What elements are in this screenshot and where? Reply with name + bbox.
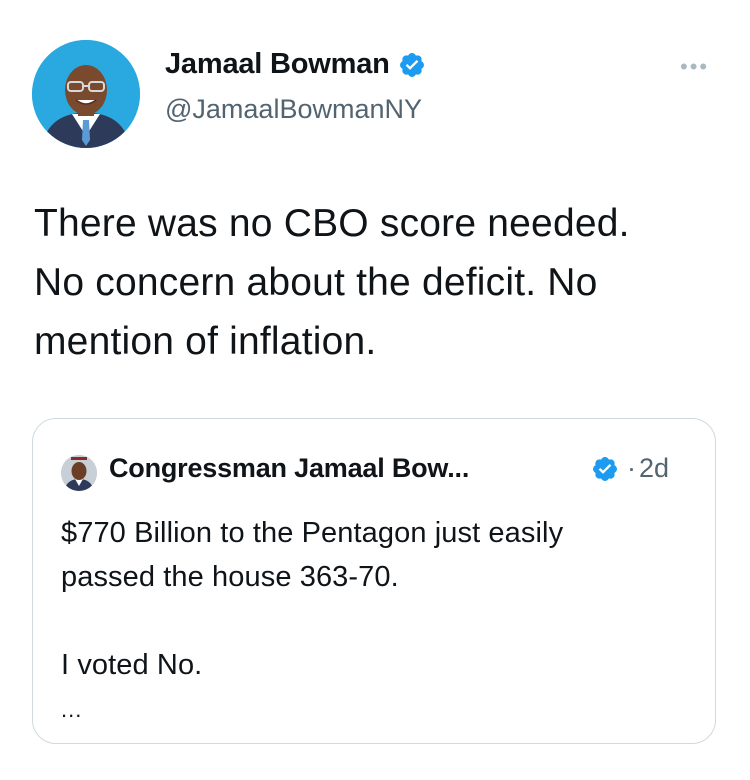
author-name[interactable]: Jamaal Bowman: [165, 48, 390, 81]
profile-photo-icon: [32, 40, 140, 148]
quoted-timestamp[interactable]: 2d: [639, 453, 669, 484]
quoted-author-avatar[interactable]: [61, 455, 97, 491]
quoted-author-name[interactable]: Congressman Jamaal Bow...: [109, 453, 469, 484]
tweet-text: There was no CBO score needed. No concer…: [34, 202, 630, 363]
more-options-icon[interactable]: •••: [680, 56, 709, 78]
author-handle[interactable]: @JamaalBowmanNY: [165, 94, 422, 125]
quoted-tweet-card[interactable]: Congressman Jamaal Bow... · 2d $770 Bill…: [32, 418, 716, 744]
author-avatar[interactable]: [32, 40, 140, 148]
author-name-row[interactable]: Jamaal Bowman: [165, 48, 426, 81]
verified-badge-icon: [593, 457, 617, 481]
truncation-ellipsis: ...: [61, 697, 83, 722]
quoted-tweet-text: $770 Billion to the Pentagon just easily…: [61, 517, 564, 681]
time-separator: ·: [627, 453, 636, 483]
verified-badge-icon: [399, 52, 424, 77]
profile-photo-icon: [61, 455, 97, 491]
